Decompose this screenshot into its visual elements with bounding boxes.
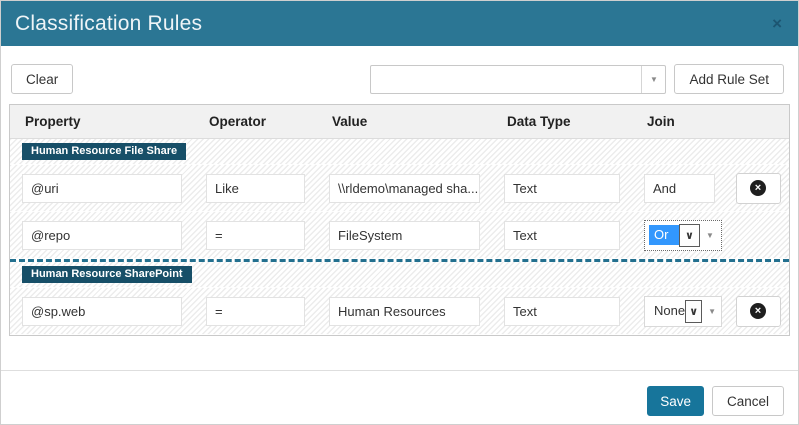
column-header-data-type: Data Type (492, 114, 632, 129)
classification-rules-dialog: Classification Rules × Clear ▼ Add Rule … (0, 0, 799, 425)
delete-rule-button[interactable]: × (736, 296, 781, 327)
toolbar-right-group: ▼ Add Rule Set (370, 64, 784, 94)
cancel-button[interactable]: Cancel (712, 386, 784, 416)
chevron-down-icon[interactable]: ∨ (685, 300, 702, 323)
column-header-property: Property (10, 114, 194, 129)
value-field[interactable]: \\rldemo\managed sha... (329, 174, 480, 203)
rules-table: Property Operator Value Data Type Join H… (9, 104, 790, 336)
property-field[interactable]: @repo (22, 221, 182, 250)
value-field[interactable]: Human Resources (329, 297, 480, 326)
operator-field[interactable]: = (206, 221, 305, 250)
ruleset-combobox[interactable]: ▼ (370, 65, 666, 94)
ruleset-combobox-value[interactable] (371, 66, 641, 93)
join-select-value: None (649, 301, 685, 321)
data-type-field[interactable]: Text (504, 221, 620, 250)
group-badge: Human Resource SharePoint (22, 266, 192, 283)
group-header-file-share: Human Resource File Share (10, 139, 789, 165)
table-header-row: Property Operator Value Data Type Join (10, 105, 789, 139)
column-header-join: Join (632, 114, 727, 129)
dialog-title: Classification Rules (15, 12, 772, 36)
delete-icon: × (750, 180, 766, 196)
join-select[interactable]: Or ∨ ▼ (644, 220, 722, 251)
operator-field[interactable]: = (206, 297, 305, 326)
delete-icon: × (750, 303, 766, 319)
dialog-header: Classification Rules × (1, 1, 798, 46)
toolbar: Clear ▼ Add Rule Set (11, 64, 784, 94)
rule-row: @uri Like \\rldemo\managed sha... Text A… (10, 165, 789, 212)
column-header-value: Value (317, 114, 492, 129)
join-field[interactable]: And (644, 174, 715, 203)
clear-button[interactable]: Clear (11, 64, 73, 94)
save-button[interactable]: Save (647, 386, 704, 416)
rule-row: @repo = FileSystem Text Or ∨ ▼ (10, 212, 789, 259)
group-badge: Human Resource File Share (22, 143, 186, 160)
column-header-operator: Operator (194, 114, 317, 129)
data-type-field[interactable]: Text (504, 174, 620, 203)
operator-field[interactable]: Like (206, 174, 305, 203)
close-icon[interactable]: × (772, 15, 782, 32)
value-field[interactable]: FileSystem (329, 221, 480, 250)
property-field[interactable]: @uri (22, 174, 182, 203)
chevron-down-icon[interactable]: ▼ (641, 66, 665, 93)
data-type-field[interactable]: Text (504, 297, 620, 326)
footer: Save Cancel (1, 371, 798, 416)
rule-row: @sp.web = Human Resources Text None ∨ ▼ … (10, 288, 789, 335)
join-select[interactable]: None ∨ ▼ (644, 296, 722, 327)
group-header-sharepoint: Human Resource SharePoint (10, 262, 789, 288)
delete-rule-button[interactable]: × (736, 173, 781, 204)
chevron-down-icon[interactable]: ∨ (679, 224, 700, 247)
property-field[interactable]: @sp.web (22, 297, 182, 326)
join-select-value: Or (649, 225, 679, 245)
dropdown-caret-icon[interactable]: ▼ (708, 307, 716, 316)
add-rule-set-button[interactable]: Add Rule Set (674, 64, 784, 94)
dropdown-caret-icon[interactable]: ▼ (706, 231, 714, 240)
